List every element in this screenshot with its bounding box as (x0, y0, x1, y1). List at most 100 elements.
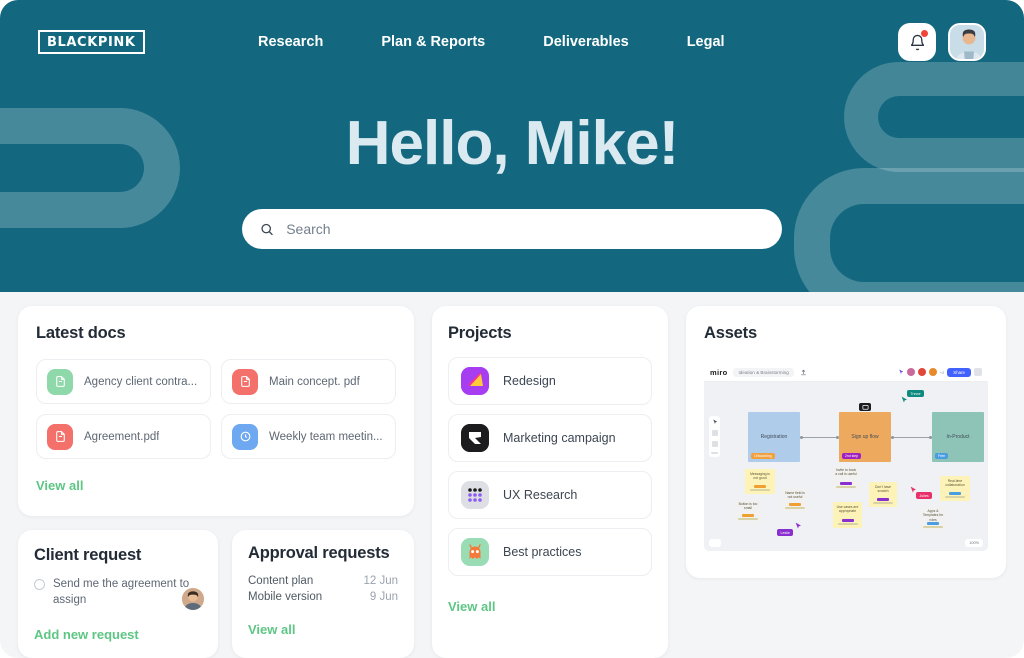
share-button[interactable]: Share (947, 367, 971, 377)
sticky-text: Don't have scratch (874, 485, 892, 494)
pointer-icon (898, 369, 903, 374)
client-request-item[interactable]: Send me the agreement to assign (34, 577, 202, 608)
doc-item[interactable]: Weekly team meetin... (221, 414, 396, 459)
project-item-ux-research[interactable]: UX Research (448, 471, 652, 519)
project-item-marketing[interactable]: Marketing campaign (448, 414, 652, 462)
approval-row[interactable]: Mobile version 9 Jun (248, 589, 398, 605)
main-nav: Research Plan & Reports Deliverables Leg… (258, 34, 785, 50)
sticky-tag (840, 482, 852, 485)
collaborator-avatar (906, 368, 915, 376)
nav-item-plan-reports[interactable]: Plan & Reports (381, 34, 485, 50)
board-tool-palette[interactable] (709, 416, 720, 457)
board-menu-icon[interactable] (974, 368, 982, 376)
add-new-request-link[interactable]: Add new request (34, 627, 139, 642)
user-avatar[interactable] (948, 23, 986, 61)
brand-logo[interactable]: BLACKPINK (38, 30, 145, 54)
approval-view-all[interactable]: View all (248, 622, 295, 637)
projects-view-all[interactable]: View all (448, 599, 495, 614)
radio-unchecked-icon[interactable] (34, 579, 45, 590)
frame-tool-icon[interactable] (711, 441, 718, 447)
miro-board-preview[interactable]: miro Ideation & Brainstorming +2 Share R… (704, 363, 988, 551)
project-item-best-practices[interactable]: Best practices (448, 528, 652, 576)
project-name: UX Research (503, 488, 578, 502)
doc-name: Weekly team meetin... (269, 430, 383, 443)
assets-title: Assets (704, 324, 757, 342)
sticky-note[interactable]: Don't have scratch (869, 482, 897, 507)
avatar-image (182, 588, 204, 610)
sticky-note[interactable]: Use cases are appropriate (833, 502, 862, 528)
collaborator-avatar (917, 368, 926, 376)
search-input[interactable] (286, 221, 764, 237)
projects-list: Redesign Marketing campaign UX Research … (448, 357, 652, 576)
sticky-note[interactable]: Real-time collaboration (940, 476, 970, 501)
sticky-tag (927, 522, 939, 525)
projects-card: Projects Redesign Marketing campaign UX … (432, 306, 668, 658)
page-title: Hello, Mike! (345, 109, 680, 178)
approval-requests-footer: View all (248, 621, 398, 639)
doc-item[interactable]: Main concept. pdf (221, 359, 396, 404)
latest-docs-title: Latest docs (36, 324, 126, 342)
sticky-line (750, 489, 770, 491)
miro-logo: miro (710, 367, 728, 377)
sticky-note[interactable]: Messaging is not good (745, 469, 775, 494)
search-box[interactable] (242, 209, 782, 249)
more-tools-icon[interactable] (711, 452, 718, 454)
sticky-tool-icon[interactable] (711, 430, 718, 436)
flow-node-inproduct[interactable]: In-Product Free (932, 412, 984, 462)
doc-name: Agreement.pdf (84, 430, 160, 443)
sticky-line (873, 502, 893, 504)
sticky-tag (877, 498, 889, 501)
sticky-line (738, 518, 758, 520)
project-item-redesign[interactable]: Redesign (448, 357, 652, 405)
approval-date: 12 Jun (363, 575, 398, 587)
cursor-name: Leslie (777, 529, 794, 536)
sticky-tag (949, 492, 961, 495)
right-column: Assets miro Ideation & Brainstorming +2 … (686, 306, 1006, 658)
flow-node-label: Sign up flow (851, 434, 879, 440)
export-icon[interactable] (800, 369, 807, 376)
flow-node-signup[interactable]: Sign up flow 2nd step (839, 412, 891, 462)
zoom-level-indicator[interactable]: 100% (965, 539, 983, 547)
sticky-tag (841, 519, 854, 522)
notifications-button[interactable] (898, 23, 936, 61)
connector-dot (891, 436, 894, 439)
sticky-note[interactable]: Invite to book a call is useful (832, 465, 860, 491)
cursor-tool-icon[interactable] (712, 419, 718, 425)
board-toolbar: miro Ideation & Brainstorming +2 Share (704, 363, 988, 382)
doc-item[interactable]: Agreement.pdf (36, 414, 211, 459)
cursor-name: Trevor (907, 390, 925, 397)
screen-icon (859, 403, 871, 411)
sticky-line (837, 523, 858, 525)
latest-docs-view-all[interactable]: View all (36, 478, 83, 493)
search-icon (261, 223, 273, 235)
flow-node-label: In-Product (946, 434, 970, 440)
flow-node-registration[interactable]: Registration Onboarding (748, 412, 800, 462)
mascot-icon (461, 538, 489, 566)
board-canvas[interactable]: Registration Onboarding Sign up flow 2nd… (704, 382, 988, 551)
doc-name: Main concept. pdf (269, 375, 360, 388)
client-request-footer: Add new request (34, 626, 202, 644)
nav-item-research[interactable]: Research (258, 34, 323, 50)
nav-item-deliverables[interactable]: Deliverables (543, 34, 628, 50)
client-request-card: Client request Send me the agreement to … (18, 530, 218, 658)
doc-item[interactable]: Agency client contra... (36, 359, 211, 404)
undo-button[interactable] (709, 539, 721, 547)
nav-item-legal[interactable]: Legal (687, 34, 725, 50)
requester-avatar (182, 588, 204, 610)
board-toolbar-right: +2 Share (898, 367, 982, 377)
client-request-text: Send me the agreement to assign (53, 578, 190, 606)
middle-column: Projects Redesign Marketing campaign UX … (432, 306, 668, 658)
sticky-note[interactable]: Apps & Templates for roles (919, 506, 947, 531)
sticky-line (923, 526, 943, 528)
approval-row[interactable]: Content plan 12 Jun (248, 573, 398, 589)
document-icon (47, 423, 73, 450)
sticky-note[interactable]: Button is too small (734, 499, 762, 523)
document-icon (47, 368, 73, 395)
approval-name: Mobile version (248, 591, 323, 603)
left-column: Latest docs Agency client contra... Main… (18, 306, 414, 658)
figma-like-icon (461, 367, 489, 395)
sticky-text: Invite to book a call is useful (835, 468, 857, 477)
flow-connector (894, 437, 929, 438)
sticky-note[interactable]: Name field is not useful (781, 488, 809, 512)
project-name: Redesign (503, 374, 556, 388)
